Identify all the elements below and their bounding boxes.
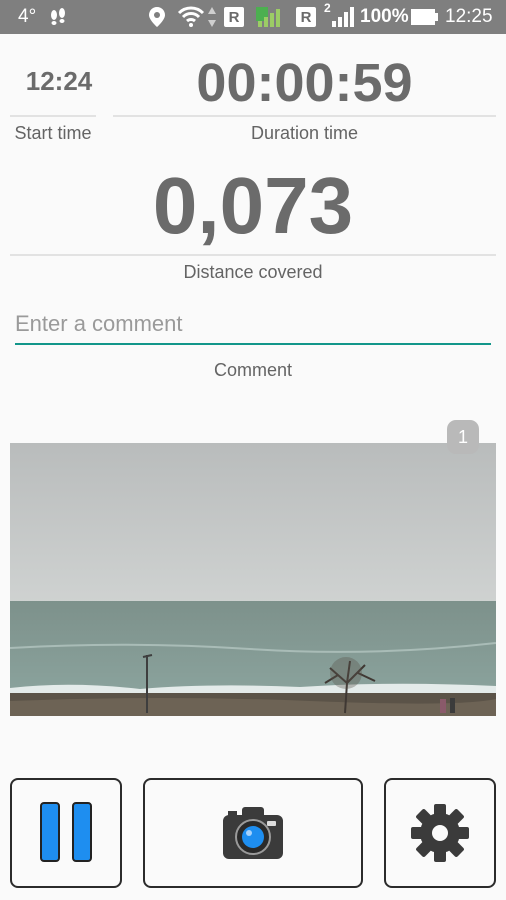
- footsteps-icon: [48, 0, 68, 34]
- photo-thumbnail[interactable]: [10, 443, 496, 716]
- distance-value: 0,073: [152, 161, 354, 250]
- gear-icon: [411, 804, 469, 862]
- distance-label: Distance covered: [183, 262, 323, 282]
- divider: [10, 115, 96, 117]
- settings-button[interactable]: [384, 778, 496, 888]
- comment-label: Comment: [213, 360, 293, 380]
- camera-button[interactable]: [143, 778, 363, 888]
- data-arrows-icon: [207, 0, 217, 34]
- photo-count-badge: 1: [447, 420, 479, 454]
- seascape-photo: [10, 443, 496, 716]
- network-badge-r1: R: [224, 7, 244, 27]
- battery-percent: 100%: [360, 6, 409, 27]
- wifi-icon: [177, 0, 205, 34]
- network-badge-r2: R: [296, 7, 316, 27]
- status-bar: 4° R R 2 100% 12:25: [0, 0, 506, 34]
- start-time-label: Start time: [14, 123, 92, 143]
- comment-input[interactable]: [15, 306, 489, 342]
- location-icon: [148, 0, 166, 34]
- divider: [113, 115, 496, 117]
- signal-strength-icon-1: [254, 0, 282, 34]
- temperature: 4°: [18, 6, 37, 27]
- duration-value: 00:00:59: [196, 53, 413, 113]
- camera-icon: [223, 807, 283, 859]
- pause-icon: [40, 802, 92, 862]
- signal-strength-icon-2: [330, 0, 354, 34]
- divider: [10, 254, 496, 256]
- pause-button[interactable]: [10, 778, 122, 888]
- clock: 12:25: [445, 6, 493, 27]
- battery-icon: [411, 0, 439, 34]
- duration-label: Duration time: [250, 123, 359, 143]
- comment-underline: [15, 343, 491, 345]
- start-time-value: 12:24: [25, 66, 93, 96]
